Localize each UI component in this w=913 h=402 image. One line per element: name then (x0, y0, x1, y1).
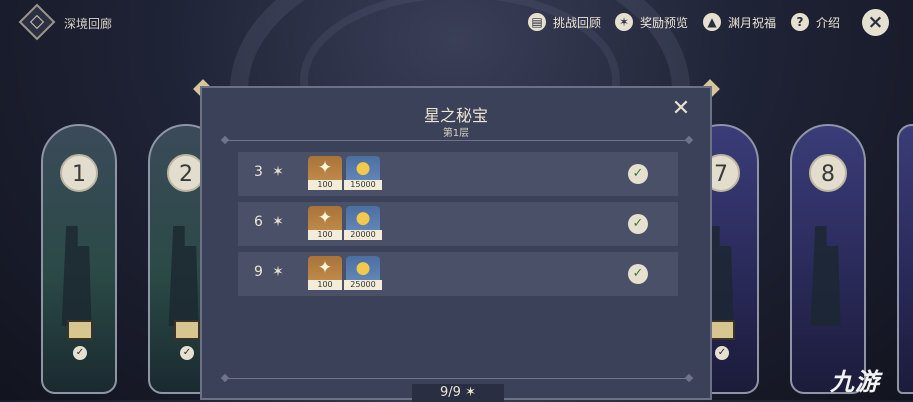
floor-card-partial (897, 124, 913, 394)
page-title: 深境回廊 (64, 17, 113, 31)
mora-coin-icon: ● (355, 158, 371, 178)
mora-quantity: 15000 (344, 180, 382, 190)
chest-icon (709, 320, 735, 340)
check-icon: ✓ (180, 346, 194, 360)
star-progress: 9/9 ✶ (412, 384, 504, 402)
primogem-reward[interactable]: ✦ 100 (308, 156, 342, 190)
chest-icon (174, 320, 200, 340)
star-gear-icon: ✶ (615, 13, 633, 31)
mora-coin-icon: ● (355, 258, 371, 278)
primogem-quantity: 100 (308, 180, 342, 190)
star-icon: ✶ (272, 214, 284, 230)
check-icon: ✓ (715, 346, 729, 360)
floor-scene (810, 226, 841, 326)
primogem-icon: ✦ (317, 208, 333, 228)
divider-top (224, 140, 690, 141)
mora-quantity: 25000 (344, 280, 382, 290)
abyss-emblem-icon (18, 3, 56, 41)
reward-row: 9 ✶ ✦ 100 ● 25000 ✓ (238, 252, 678, 296)
claimed-check-icon: ✓ (628, 164, 648, 184)
star-progress-value: 9/9 (440, 385, 461, 400)
close-icon[interactable]: × (862, 9, 889, 36)
help-icon: ? (791, 13, 809, 31)
floor-number: 8 (809, 154, 847, 192)
reward-preview-button[interactable]: ✶ 奖励预览 (615, 10, 688, 34)
floor-number: 1 (60, 154, 98, 192)
claimed-check-icon: ✓ (628, 214, 648, 234)
mora-reward[interactable]: ● 15000 (344, 156, 382, 190)
primogem-icon: ✦ (317, 258, 333, 278)
challenge-review-button[interactable]: ▤ 挑战回顾 (528, 10, 601, 34)
challenge-review-label: 挑战回顾 (553, 15, 602, 30)
star-icon: ✶ (272, 264, 284, 280)
claimed-check-icon: ✓ (628, 264, 648, 284)
primogem-reward[interactable]: ✦ 100 (308, 206, 342, 240)
primogem-icon: ✦ (317, 158, 333, 178)
check-icon: ✓ (73, 346, 87, 360)
divider-bottom (224, 378, 690, 379)
blessing-button[interactable]: ▲ 渊月祝福 (703, 10, 776, 34)
introduction-label: 介绍 (816, 15, 841, 30)
star-requirement: 3 (254, 164, 263, 180)
blessing-label: 渊月祝福 (728, 15, 777, 30)
floor-card-8[interactable]: 8 (790, 124, 866, 394)
mora-reward[interactable]: ● 20000 (344, 206, 382, 240)
floor-card-1[interactable]: 1 ✓ (41, 124, 117, 394)
primogem-quantity: 100 (308, 280, 342, 290)
modal-subtitle: 第1层 (442, 128, 470, 139)
primogem-reward[interactable]: ✦ 100 (308, 256, 342, 290)
mora-quantity: 20000 (344, 230, 382, 240)
star-treasure-modal: 星之秘宝 第1层 ✕ 3 ✶ ✦ 100 ● 15000 ✓ 6 ✶ ✦ 100… (200, 86, 712, 402)
top-bar: 深境回廊 ▤ 挑战回顾 ✶ 奖励预览 ▲ 渊月祝福 ? 介绍 × (0, 0, 913, 46)
book-icon: ▤ (528, 13, 546, 31)
mora-reward[interactable]: ● 25000 (344, 256, 382, 290)
reward-row: 6 ✶ ✦ 100 ● 20000 ✓ (238, 202, 678, 246)
chest-icon (67, 320, 93, 340)
floor-scene (61, 226, 92, 326)
primogem-quantity: 100 (308, 230, 342, 240)
site-watermark: 九游 (830, 368, 880, 396)
star-requirement: 9 (254, 264, 263, 280)
reward-row: 3 ✶ ✦ 100 ● 15000 ✓ (238, 152, 678, 196)
mora-coin-icon: ● (355, 208, 371, 228)
star-icon: ✶ (272, 164, 284, 180)
star-requirement: 6 (254, 214, 263, 230)
modal-close-icon[interactable]: ✕ (670, 98, 692, 120)
reward-preview-label: 奖励预览 (640, 15, 689, 30)
introduction-button[interactable]: ? 介绍 (791, 10, 840, 34)
up-arrow-icon: ▲ (703, 13, 721, 31)
star-icon: ✶ (465, 385, 476, 400)
modal-title: 星之秘宝 (423, 106, 488, 125)
